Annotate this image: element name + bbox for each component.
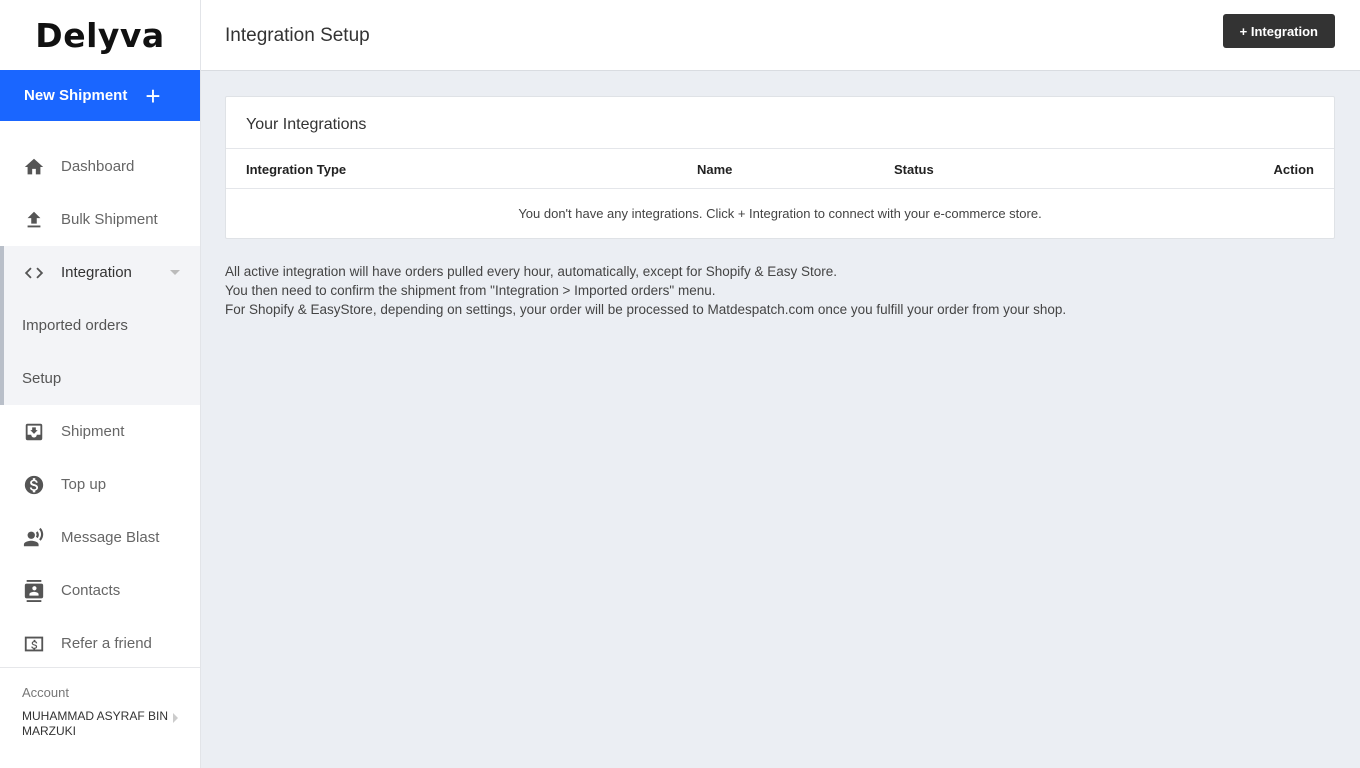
account-label: Account (22, 685, 69, 700)
integrations-card: Your Integrations Integration Type Name … (225, 96, 1335, 239)
sidebar-item-label: Top up (61, 476, 107, 493)
table-header: Integration Type Name Status Action (226, 149, 1334, 189)
sidebar-item-dashboard[interactable]: Dashboard (0, 140, 200, 193)
account-menu[interactable]: Account MUHAMMAD ASYRAF BIN MARZUKI (0, 667, 200, 768)
account-name: MUHAMMAD ASYRAF BIN MARZUKI (22, 709, 169, 738)
integration-group: Integration Imported orders Setup (0, 246, 200, 405)
add-integration-button[interactable]: + Integration (1222, 14, 1335, 48)
note-line: For Shopify & EasyStore, depending on se… (225, 302, 1067, 317)
note-line: You then need to confirm the shipment fr… (225, 283, 716, 298)
sidebar-item-label: Imported orders (22, 317, 128, 334)
voice-icon (22, 526, 46, 550)
money-icon (22, 632, 46, 656)
sidebar-item-label: Bulk Shipment (61, 211, 158, 228)
new-shipment-button[interactable]: New Shipment + (0, 70, 200, 121)
inbox-icon (22, 420, 46, 444)
card-title: Your Integrations (226, 97, 1334, 149)
empty-state-message: You don't have any integrations. Click +… (518, 206, 1042, 221)
sidebar-item-label: Integration (61, 264, 132, 281)
sidebar-item-setup[interactable]: Setup (4, 352, 200, 405)
sidebar-item-label: Shipment (61, 423, 125, 440)
sidebar-item-refer-a-friend[interactable]: Refer a friend (0, 617, 200, 670)
sidebar-item-bulk-shipment[interactable]: Bulk Shipment (0, 193, 200, 246)
column-action: Action (1273, 162, 1314, 177)
sidebar: Delyva New Shipment + Dashboard Bulk Shi… (0, 0, 201, 768)
sidebar-item-imported-orders[interactable]: Imported orders (4, 299, 200, 352)
sidebar-item-label: Message Blast (61, 529, 160, 546)
top-header: Integration Setup + Integration (201, 0, 1360, 71)
sidebar-item-top-up[interactable]: Top up (0, 458, 200, 511)
column-status: Status (894, 162, 934, 177)
home-icon (22, 155, 46, 179)
sidebar-item-contacts[interactable]: Contacts (0, 564, 200, 617)
new-shipment-label: New Shipment (24, 87, 128, 104)
sidebar-item-label: Contacts (61, 582, 121, 599)
sidebar-item-message-blast[interactable]: Message Blast (0, 511, 200, 564)
sidebar-item-shipment[interactable]: Shipment (0, 405, 200, 458)
page-title: Integration Setup (225, 25, 370, 46)
dollar-icon (22, 473, 46, 497)
sidebar-item-label: Dashboard (61, 158, 135, 175)
note-line: All active integration will have orders … (225, 264, 838, 279)
sidebar-item-label: Refer a friend (61, 635, 152, 652)
column-name: Name (697, 162, 733, 177)
logo-text: Delyva (35, 15, 165, 55)
column-integration-type: Integration Type (246, 162, 347, 177)
plus-icon: + (145, 80, 161, 111)
sidebar-nav: Dashboard Bulk Shipment Integration Impo… (0, 140, 200, 670)
code-icon (22, 261, 46, 285)
contacts-icon (22, 579, 46, 603)
upload-icon (22, 208, 46, 232)
integration-notes: All active integration will have orders … (225, 262, 1066, 319)
chevron-right-icon (173, 713, 178, 723)
sidebar-item-label: Setup (22, 370, 62, 387)
chevron-down-icon (170, 270, 180, 275)
sidebar-item-integration[interactable]: Integration (4, 246, 200, 299)
logo[interactable]: Delyva (0, 0, 200, 70)
